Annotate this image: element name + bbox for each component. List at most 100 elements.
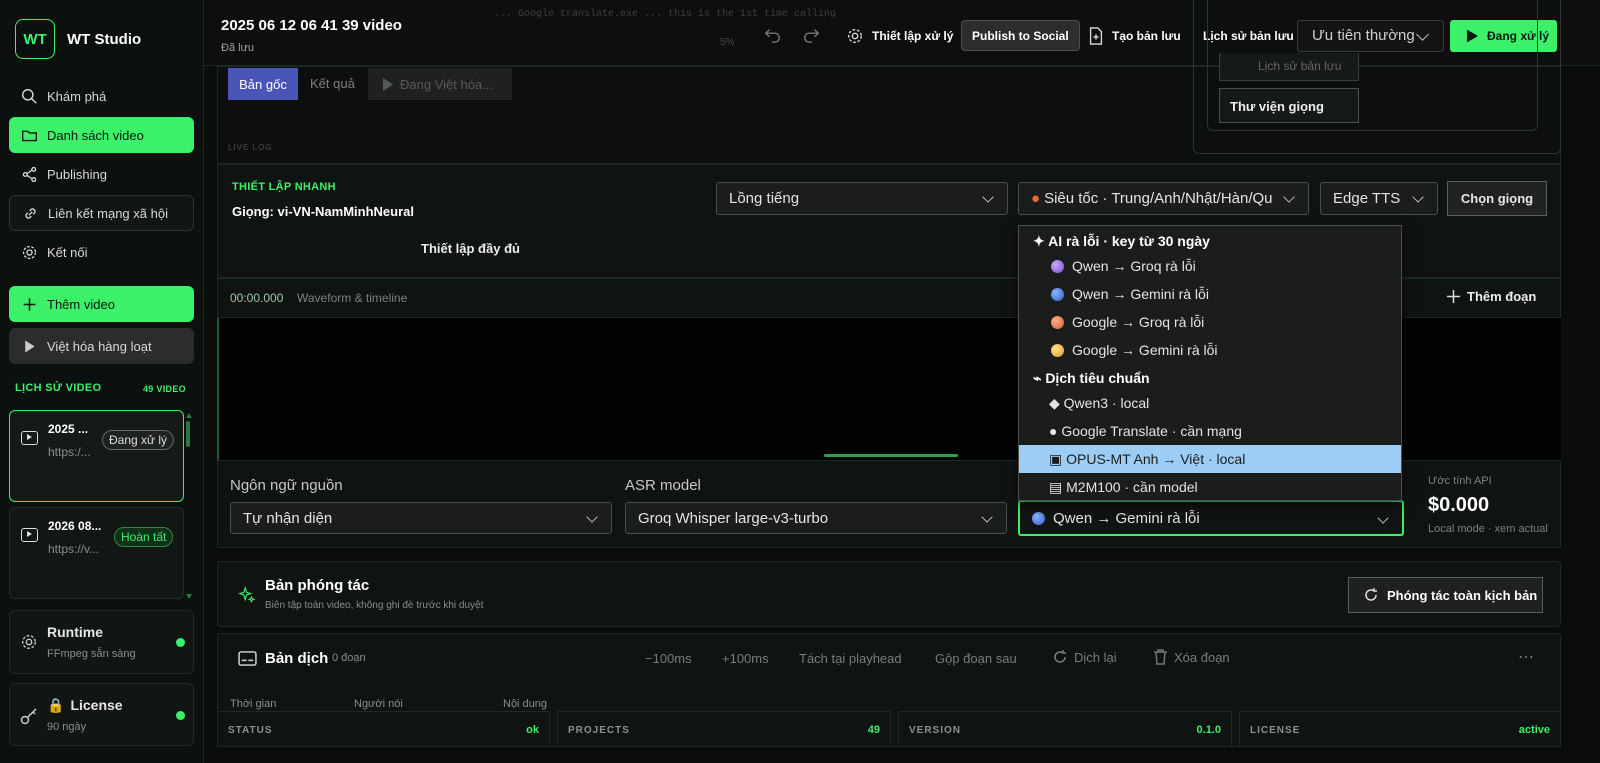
more-icon[interactable]: ⋯ [1518,647,1534,667]
translator-select[interactable]: Qwen → Gemini rà lỗi [1018,500,1404,536]
status-badge: Đang xử lý [102,430,175,450]
video-card[interactable]: 2025 ... https:/... Đang xử lý [9,410,184,502]
dropdown-option[interactable]: Qwen → Groq rà lỗi [1019,252,1401,280]
publish-button[interactable]: Publish to Social [961,20,1080,51]
voice-library-button[interactable]: Thư viện giọng [1219,88,1359,123]
batch-translate-button[interactable]: Việt hóa hàng loạt [9,328,194,364]
shift-back-button[interactable]: −100ms [645,651,692,666]
dropdown-option[interactable]: Google → Groq rà lỗi [1019,308,1401,336]
backup-label: Tạo bản lưu [1112,29,1181,43]
merge-button[interactable]: Gộp đoạn sau [935,651,1017,666]
publish-label: Publish to Social [972,28,1069,43]
dropdown-group-ai: ✦ AI rà lỗi · key từ 30 ngày [1033,233,1210,249]
source-language-value: Tự nhận diện [243,509,333,527]
ghost-percent: 5% [720,37,735,48]
adapt-all-button[interactable]: Phóng tác toàn kịch bản [1348,577,1543,613]
delete-segment-button[interactable]: Xóa đoạn [1153,649,1230,665]
adaptation-title: Bản phóng tác [265,577,370,594]
video-url: https://v... [48,542,100,556]
runtime-sub: FFmpeg sẵn sàng [47,648,136,660]
backup-panel: Lịch sử bản lưu Thư viện giọng [1193,0,1561,154]
nav-label: Kết nối [47,244,88,260]
video-card[interactable]: 2026 08... https://v... Hoàn tất [9,507,184,599]
dropdown-option[interactable]: ● Google Translate · cần mạng [1019,417,1401,445]
projects-cell: PROJECTS 49 [557,711,891,747]
api-estimate-label: Ước tính API [1428,475,1492,487]
runtime-status-dot [176,638,185,647]
tab-result[interactable]: Kết quả [310,76,355,91]
fire-icon: ● [1031,190,1041,207]
nav-explore[interactable]: Khám phá [9,78,194,114]
history-scrollbar[interactable] [185,413,192,599]
link-icon [25,207,36,219]
dropdown-option[interactable]: Google → Gemini rà lỗi [1019,336,1401,364]
dropdown-option-highlighted[interactable]: ▣ OPUS-MT Anh → Việt · local [1019,445,1401,473]
status-key: STATUS [228,725,273,736]
source-language-label: Ngôn ngữ nguồn [230,477,343,494]
speed-select[interactable]: ● Siêu tốc · Trung/Anh/Nhật/Hàn/Qu [1018,182,1309,215]
video-icon [21,431,38,445]
chevron-down-icon [1412,191,1424,203]
video-title: 2025 ... [48,422,89,436]
retranslate-button[interactable]: Dịch lại [1052,649,1117,665]
undo-icon[interactable] [764,26,782,44]
orb-icon [1051,259,1064,273]
dropdown-option[interactable]: Qwen → Gemini rà lỗi [1019,280,1401,308]
processing-settings-button[interactable]: Thiết lập xử lý [846,27,953,45]
projects-value: 49 [867,724,880,736]
translator-value: Qwen → Gemini rà lỗi [1053,509,1200,527]
mode-select[interactable]: Lồng tiếng [716,182,1008,215]
license-value: active [1518,724,1550,736]
gear-icon [22,245,37,259]
chevron-down-icon [982,191,994,203]
runtime-card: Runtime FFmpeg sẵn sàng [9,610,194,674]
add-video-button[interactable]: Thêm video [9,286,194,322]
plus-icon [23,298,36,310]
nav-publishing[interactable]: Publishing [9,156,194,192]
dropdown-option[interactable]: ◆ Qwen3 · local [1019,389,1401,417]
current-voice: Giọng: vi-VN-NamMinhNeural [232,204,415,219]
sparkle-icon [238,586,256,604]
tab-translating-label: Đang Việt hóa... [400,76,493,92]
page-title: 2025 06 12 06 41 39 video [221,17,402,34]
timeline-time: 00:00.000 [230,291,284,305]
nav-video-list[interactable]: Danh sách video [9,117,194,153]
runtime-title: Runtime [47,624,103,640]
video-icon [21,528,38,542]
nav-label: Liên kết mạng xã hội [48,205,168,221]
shift-forward-button[interactable]: +100ms [722,651,769,666]
retranslate-label: Dịch lại [1074,649,1117,665]
license-sub: 90 ngày [47,721,87,733]
chevron-down-icon [1377,512,1389,524]
choose-voice-button[interactable]: Chọn giọng [1447,181,1547,216]
waveform-scroll-thumb[interactable] [824,454,958,457]
share-icon [22,166,37,182]
full-settings-link[interactable]: Thiết lập đầy đủ [421,241,520,256]
nav-social-links[interactable]: Liên kết mạng xã hội [9,195,194,231]
column-speaker: Người nói [354,698,403,710]
nav-label: Publishing [47,166,107,182]
tts-select[interactable]: Edge TTS [1320,182,1438,215]
column-content: Nội dung [503,698,548,710]
tab-translating[interactable]: Đang Việt hóa... [368,68,512,100]
folder-icon [22,130,37,141]
asr-model-select[interactable]: Groq Whisper large-v3-turbo [625,502,1007,534]
nav-connect[interactable]: Kết nối [9,234,194,270]
batch-label: Việt hóa hàng loạt [47,338,152,354]
license-status-dot [176,711,185,720]
quick-settings-title: THIẾT LẬP NHANH [232,181,336,193]
add-segment-label: Thêm đoạn [1467,289,1537,304]
api-note: Local mode · xem actual [1428,523,1548,535]
tab-original[interactable]: Bản gốc [228,68,298,100]
translator-dropdown[interactable]: ✦ AI rà lỗi · key từ 30 ngày Qwen → Groq… [1018,225,1402,501]
column-time: Thời gian [230,698,277,710]
source-language-select[interactable]: Tự nhận diện [230,502,612,534]
subtitle-icon [238,651,257,666]
backup-history-panel-button[interactable]: Lịch sử bản lưu [1219,53,1359,81]
dropdown-option[interactable]: ▤ M2M100 · cần model [1019,473,1401,501]
video-url: https:/... [48,445,91,459]
create-backup-button[interactable]: Tạo bản lưu [1088,27,1181,45]
add-segment-button[interactable]: Thêm đoạn [1446,289,1536,304]
split-button[interactable]: Tách tại playhead [799,651,902,666]
redo-icon[interactable] [802,26,820,44]
